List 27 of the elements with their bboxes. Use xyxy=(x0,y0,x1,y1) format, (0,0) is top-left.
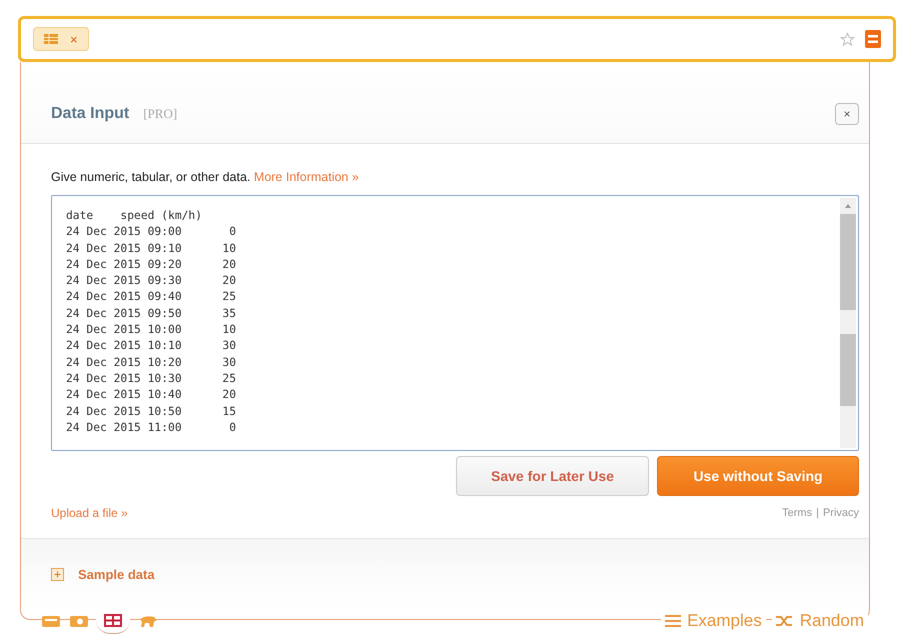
pro-label: [PRO] xyxy=(143,106,178,122)
more-information-link[interactable]: More Information » xyxy=(254,170,359,184)
privacy-link[interactable]: Privacy xyxy=(822,507,859,519)
terms-link[interactable]: Terms xyxy=(782,507,812,519)
close-button[interactable]: × xyxy=(835,102,859,124)
query-bar[interactable]: × xyxy=(18,16,896,62)
use-without-saving-button[interactable]: Use without Saving xyxy=(657,456,859,496)
save-button[interactable]: Save for Later Use xyxy=(456,456,649,496)
list-icon xyxy=(665,615,682,627)
panel-title: Data Input xyxy=(51,104,130,122)
sample-data-label[interactable]: Sample data xyxy=(78,566,155,582)
remove-token-icon[interactable]: × xyxy=(70,32,78,46)
examples-link[interactable]: Examples xyxy=(661,611,766,631)
menu-icon[interactable] xyxy=(865,30,881,48)
table-icon xyxy=(44,34,58,44)
expand-icon[interactable] xyxy=(51,568,64,580)
instruction-text: Give numeric, tabular, or other data. More Information » xyxy=(51,170,360,184)
table-icon xyxy=(104,614,122,627)
upload-file-link[interactable]: Upload a file » xyxy=(51,506,128,520)
input-token[interactable]: × xyxy=(33,27,89,51)
scrollbar[interactable] xyxy=(840,198,856,448)
separator-text: | xyxy=(816,507,819,519)
star-icon[interactable] xyxy=(840,32,855,46)
scroll-up-icon[interactable] xyxy=(845,204,851,208)
shuffle-icon xyxy=(776,615,794,627)
data-textarea[interactable]: date speed (km/h) 24 Dec 2015 09:00 0 24 Dec 2015 09:10 10 24 Dec 2015 09:20 20 24 Dec 2015 09:30 20 24 Dec 2015 09:40 25 24 Dec 2015 09:50 35 24 Dec 2015 10:00 10 24 Dec 2015 10:10 30 24 Dec 2015 10:20 30 24 Dec 2015 10:30 25 24 Dec 2015 10:40 20 24 Dec 2015 10:50 15 24 Dec 2015 11:00 0 xyxy=(51,195,859,451)
animal-icon xyxy=(138,614,158,628)
